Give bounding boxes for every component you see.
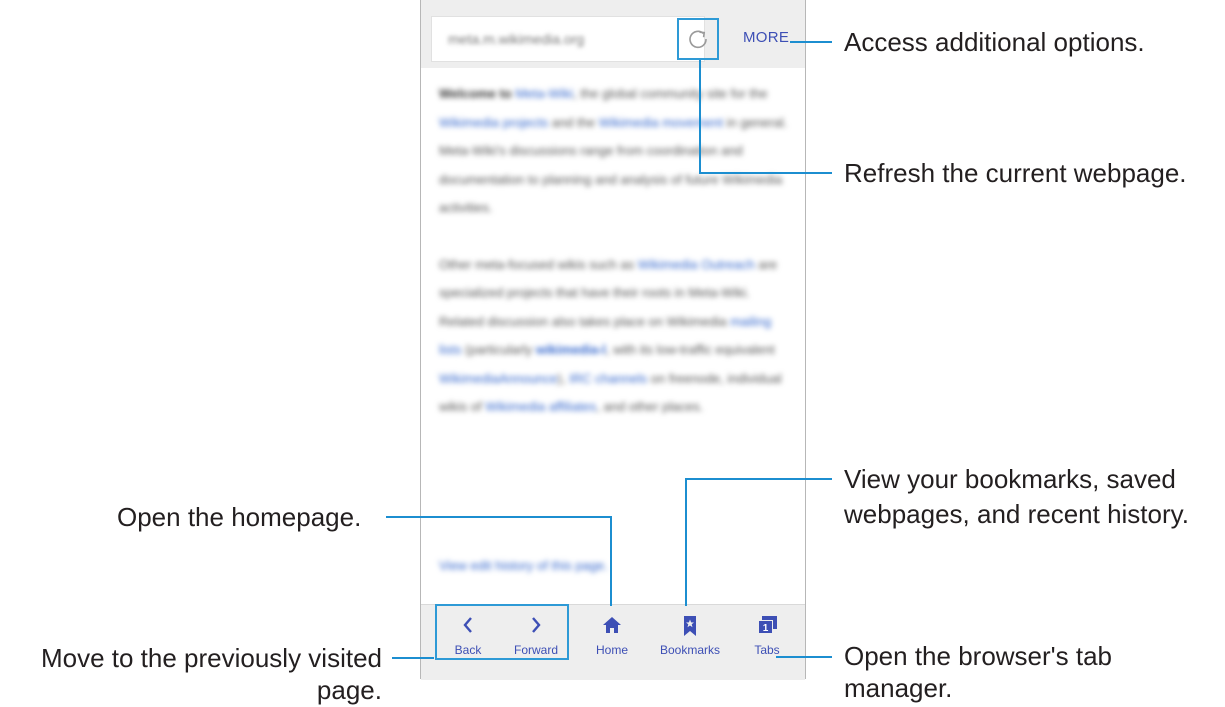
article-paragraph: Welcome to Meta-Wiki, the global communi… bbox=[439, 80, 789, 223]
address-bar: meta.m.wikimedia.org MORE bbox=[421, 0, 805, 68]
article-link[interactable]: wikimedia-l bbox=[536, 342, 606, 357]
url-field[interactable]: meta.m.wikimedia.org bbox=[431, 16, 705, 62]
callout-line-refresh-h bbox=[699, 172, 832, 174]
callout-line-refresh-v bbox=[699, 60, 701, 173]
refresh-icon bbox=[689, 30, 707, 49]
callout-refresh: Refresh the current webpage. bbox=[844, 158, 1187, 188]
refresh-button[interactable] bbox=[677, 18, 719, 60]
callout-back-1: Move to the previously visited bbox=[40, 643, 382, 673]
callout-tabs-2: manager. bbox=[844, 673, 953, 703]
more-button[interactable]: MORE bbox=[743, 29, 789, 46]
tabs-button[interactable]: 1 Tabs bbox=[739, 605, 795, 663]
bookmarks-label: Bookmarks bbox=[659, 643, 721, 657]
callout-line-home-h bbox=[386, 516, 612, 518]
callout-line-bookmarks-v bbox=[685, 479, 687, 606]
article-text: , and other places. bbox=[596, 399, 704, 414]
back-forward-highlight bbox=[435, 604, 569, 660]
callout-back-2: page. bbox=[316, 675, 382, 705]
callout-bookmarks-1: View your bookmarks, saved bbox=[844, 464, 1176, 494]
bookmarks-button[interactable]: Bookmarks bbox=[647, 605, 733, 663]
page-content: Welcome to Meta-Wiki, the global communi… bbox=[439, 80, 789, 450]
tab-count: 1 bbox=[763, 623, 769, 634]
browser-screen: meta.m.wikimedia.org MORE Welcome to Met… bbox=[420, 0, 806, 680]
edit-history-link[interactable]: View edit history of this page. bbox=[439, 558, 608, 573]
article-text: ), bbox=[557, 370, 566, 386]
callout-line-back bbox=[392, 657, 434, 659]
callout-line-bookmarks-h bbox=[685, 478, 832, 480]
callout-home: Open the homepage. bbox=[117, 502, 362, 532]
home-label: Home bbox=[595, 643, 628, 657]
article-text: , the global community site for the bbox=[573, 86, 768, 101]
article-text: and the bbox=[551, 114, 596, 130]
article-link[interactable]: Wikimedia affiliates bbox=[485, 399, 596, 414]
bookmark-icon bbox=[684, 616, 696, 636]
article-link[interactable]: Wikimedia Outreach bbox=[638, 257, 755, 272]
article-link[interactable]: Wikimedia movement bbox=[599, 115, 723, 130]
article-link[interactable]: WikimediaAnnounce bbox=[439, 371, 558, 386]
article-paragraph: Other meta-focused wikis such as Wikimed… bbox=[439, 251, 789, 422]
callout-bookmarks-2: webpages, and recent history. bbox=[844, 499, 1189, 529]
url-text: meta.m.wikimedia.org bbox=[448, 31, 585, 47]
tabs-label: Tabs bbox=[754, 643, 780, 657]
home-button[interactable]: Home bbox=[581, 605, 643, 663]
callout-line-tabs bbox=[776, 656, 832, 658]
article-text: Other meta-focused wikis such as bbox=[439, 256, 635, 272]
callout-line-more bbox=[790, 41, 832, 43]
article-text: (particularly bbox=[465, 342, 533, 357]
home-icon bbox=[603, 617, 621, 633]
callout-line-home-v bbox=[610, 516, 612, 606]
article-bold-text: Welcome to bbox=[439, 86, 512, 101]
article-link[interactable]: IRC channels bbox=[569, 371, 647, 386]
article-link[interactable]: Meta-Wiki bbox=[515, 86, 573, 101]
article-text: , with its low-traffic equivalent bbox=[605, 342, 775, 357]
article-link[interactable]: Wikimedia projects bbox=[439, 115, 548, 130]
callout-tabs-1: Open the browser's tab bbox=[844, 641, 1112, 671]
tabs-icon: 1 bbox=[758, 616, 777, 634]
callout-more: Access additional options. bbox=[844, 27, 1145, 57]
